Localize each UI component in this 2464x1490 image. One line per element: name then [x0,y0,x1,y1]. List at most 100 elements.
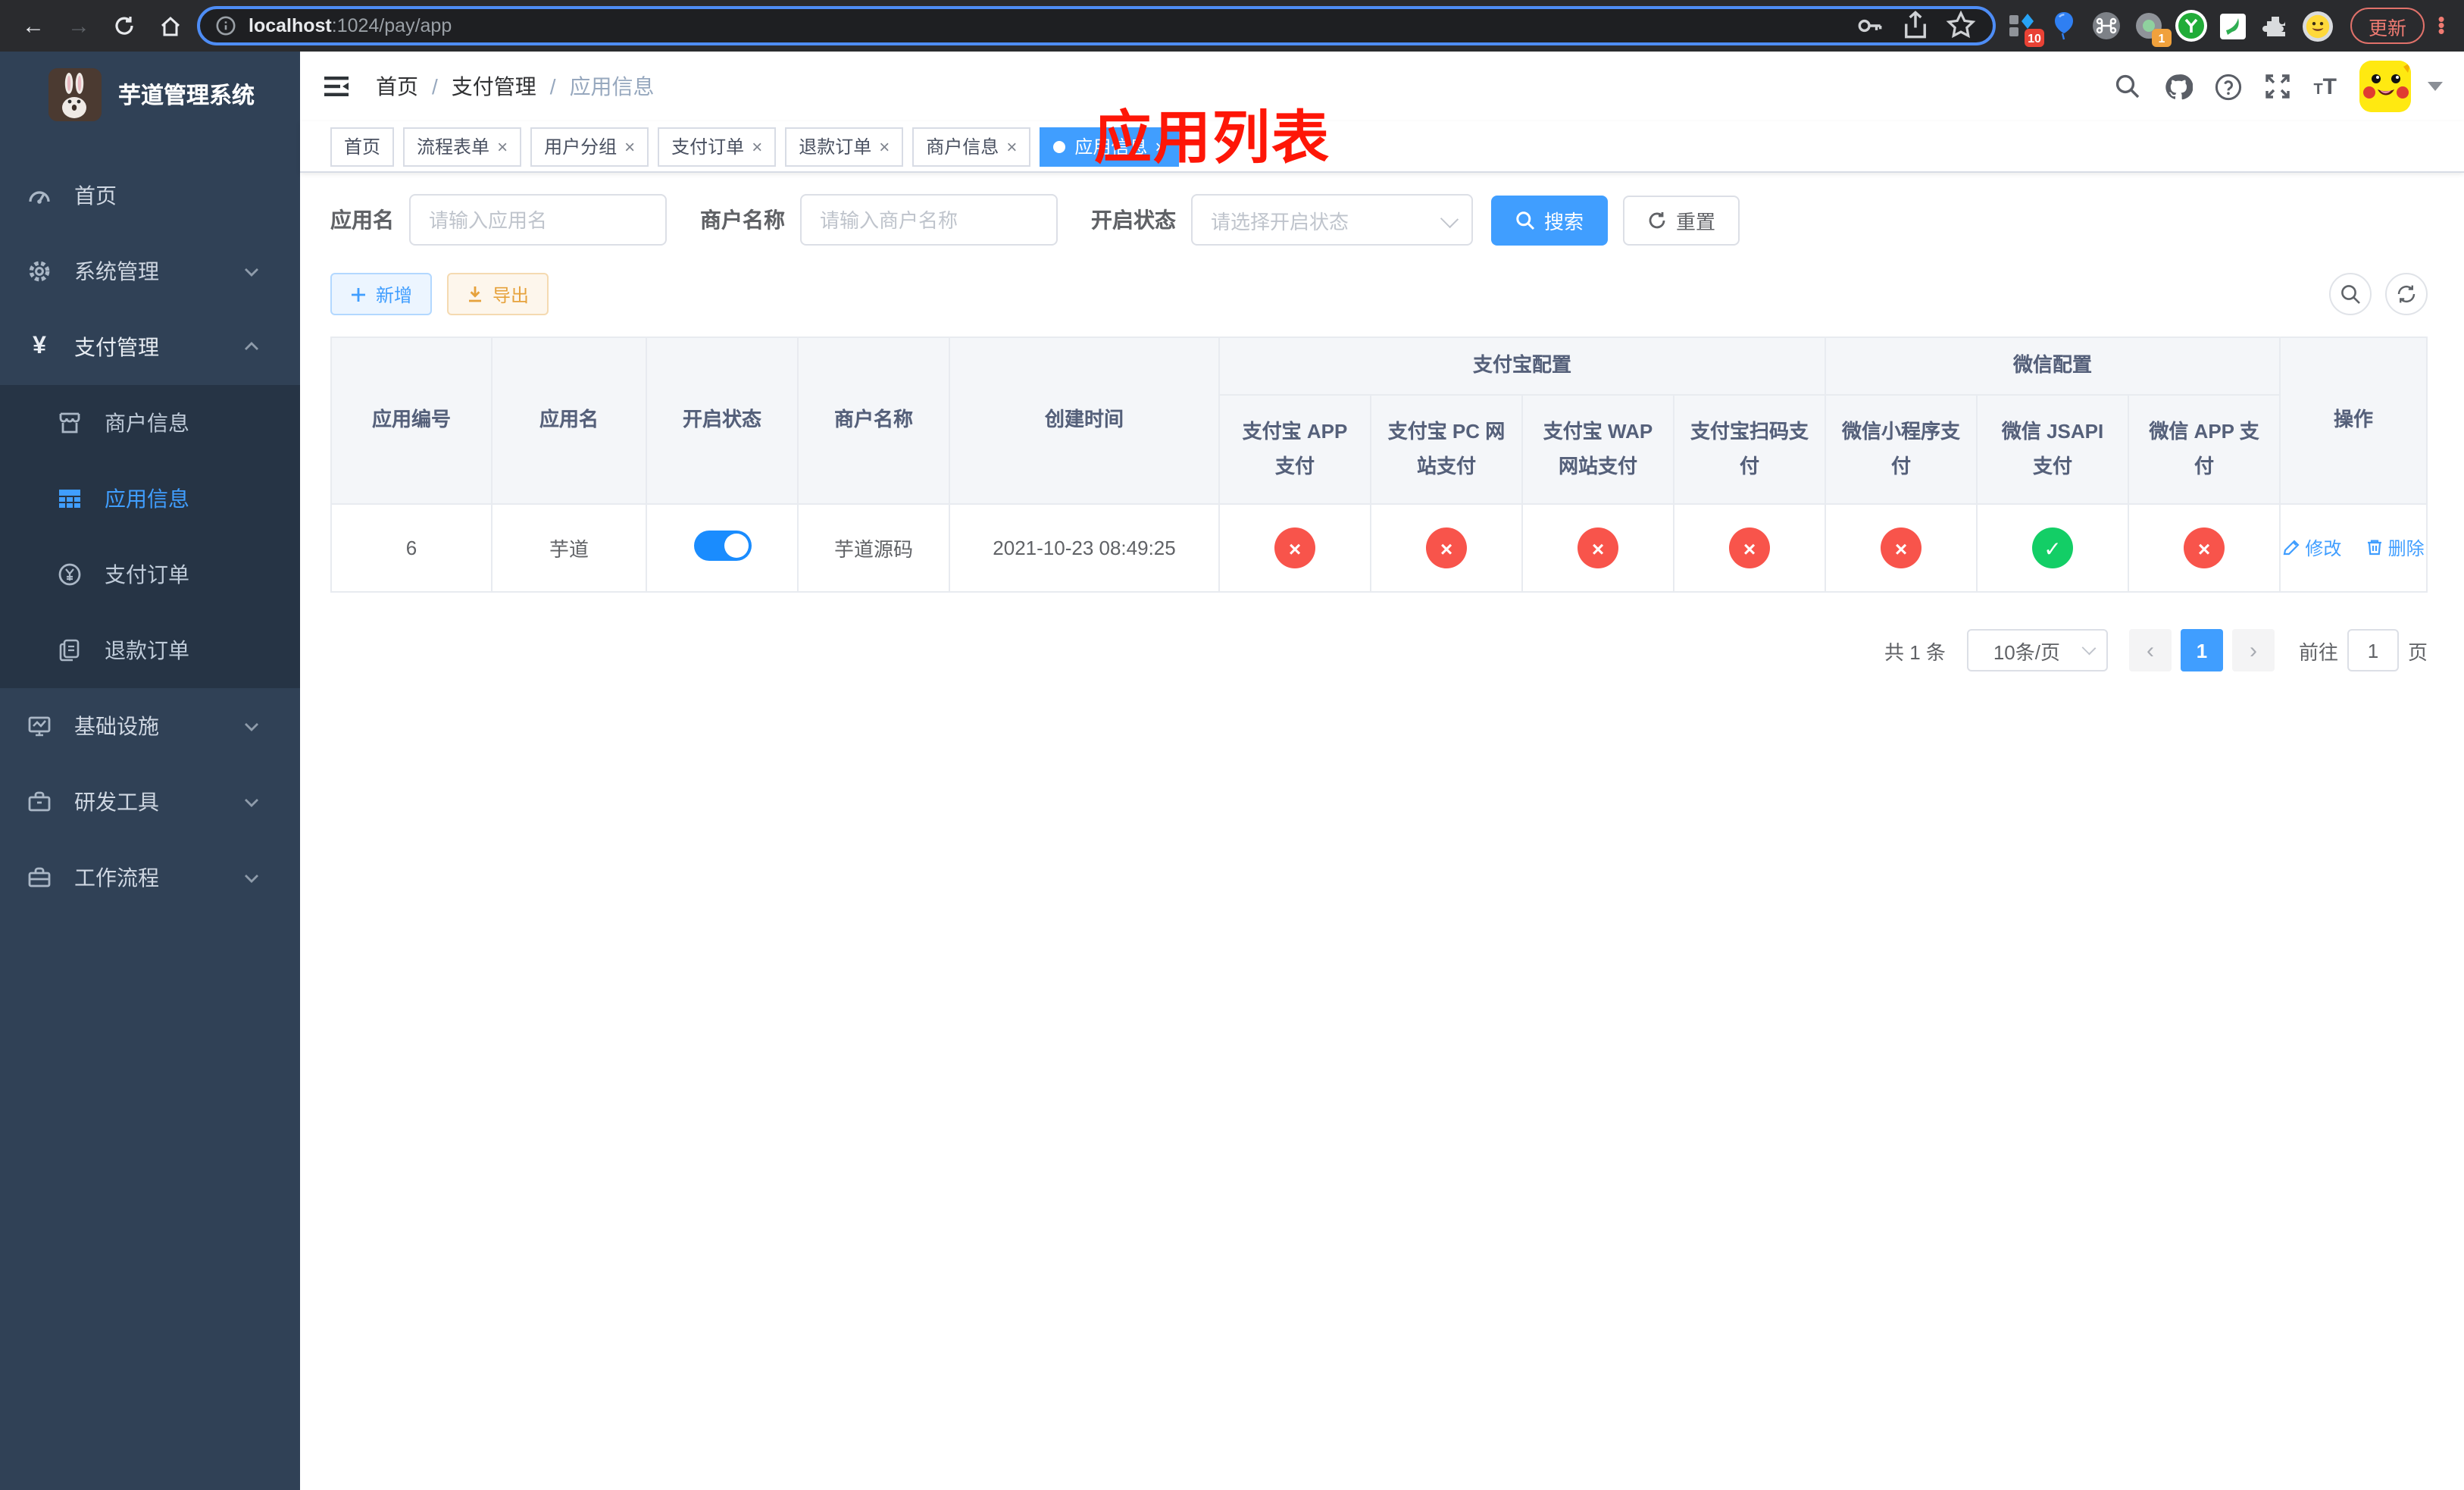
chevron-down-icon [242,262,261,280]
help-icon[interactable] [2213,73,2241,101]
payment-submenu: 商户信息 应用信息 支付订单 退款订单 [0,385,300,688]
sidebar-item-refund-order[interactable]: 退款订单 [0,612,300,688]
reset-button[interactable]: 重置 [1623,195,1740,245]
col-wx-mini: 微信小程序支付 [1825,394,1978,505]
status-select[interactable]: 请选择开启状态 [1191,194,1473,246]
sidebar-item-label: 支付管理 [74,335,159,359]
status-label: 开启状态 [1091,208,1176,232]
add-button[interactable]: 新增 [330,273,433,315]
gear-icon [27,259,52,283]
cell-status [646,503,799,593]
sidebar-item-label: 商户信息 [105,411,189,435]
chevron-down-icon [2081,640,2097,656]
password-key-icon[interactable] [1853,9,1887,42]
prev-page-button[interactable]: ‹ [2128,629,2172,671]
share-icon[interactable] [1899,9,1932,42]
close-icon[interactable]: × [497,137,508,155]
page-suffix: 页 [2407,640,2428,663]
fullscreen-icon[interactable] [2263,73,2290,100]
pagination: 共 1 条 10条/页 ‹ 1 › 前往 页 [330,629,2428,671]
chevron-up-icon [242,338,261,356]
sidebar-item-app-info[interactable]: 应用信息 [0,461,300,537]
url-bar[interactable]: localhost:1024/pay/app [197,6,1996,45]
sidebar-item-label: 应用信息 [105,487,189,511]
toggle-search-button[interactable] [2329,273,2372,315]
goto-page-input[interactable] [2347,629,2399,671]
merchant-name-input[interactable] [800,194,1058,246]
breadcrumb-home[interactable]: 首页 [376,71,418,102]
sidebar-item-home[interactable]: 首页 [0,158,300,233]
refresh-table-button[interactable] [2385,273,2428,315]
update-button[interactable]: 更新 [2350,8,2425,44]
app-title: 芋道管理系统 [118,83,255,109]
close-icon[interactable]: × [1006,137,1017,155]
page-number-1[interactable]: 1 [2180,629,2223,671]
breadcrumb-payment[interactable]: 支付管理 [452,71,536,102]
sidebar-item-devtools[interactable]: 研发工具 [0,764,300,840]
bookmark-star-icon[interactable] [1944,9,1978,42]
tag-pay-order[interactable]: 支付订单 × [658,127,777,166]
tag-home[interactable]: 首页 [330,127,395,166]
next-page-button[interactable]: › [2231,629,2275,671]
cell-wx-jsapi: ✓ [1976,503,2130,593]
back-icon[interactable]: ← [15,8,52,44]
status-toggle[interactable] [693,531,751,561]
sidebar-fold-icon[interactable] [321,71,352,102]
sidebar-item-payment[interactable]: ¥ 支付管理 [0,309,300,385]
sidebar-item-system[interactable]: 系统管理 [0,233,300,309]
extension-recorder-icon[interactable]: 1 [2132,9,2172,47]
site-info-icon[interactable] [215,15,236,36]
col-status: 开启状态 [646,337,799,505]
github-icon[interactable] [2163,73,2193,100]
close-icon[interactable]: × [752,137,762,155]
font-size-icon[interactable]: TT [2313,74,2337,99]
header-search-icon[interactable] [2113,73,2140,100]
reload-icon[interactable] [106,8,142,44]
extension-balloon-icon[interactable] [2047,9,2081,42]
extension-puzzle-icon[interactable] [2259,9,2293,42]
extension-yudao-icon[interactable] [2175,9,2208,42]
search-button[interactable]: 搜索 [1491,195,1609,245]
sidebar-item-pay-order[interactable]: 支付订单 [0,537,300,612]
sidebar-item-label: 支付订单 [105,562,189,587]
cell-wx-mini: × [1825,503,1978,593]
close-icon[interactable]: × [1155,137,1165,155]
user-avatar[interactable] [2359,61,2411,112]
col-operations: 操作 [2279,337,2428,505]
browser-menu-icon[interactable]: • • • [2434,9,2449,41]
cell-alipay-pc: × [1370,503,1523,593]
sidebar-logo[interactable]: 芋道管理系统 [0,52,300,136]
cell-alipay-app: × [1218,503,1371,593]
edit-link[interactable]: 修改 [2282,535,2341,561]
browser-toolbar: ← → localhost:1024/pay/app 10 1 更新 • • • [0,0,2464,52]
monitor-icon [27,714,52,738]
edit-pencil-icon [2284,540,2300,556]
close-icon[interactable]: × [879,137,890,155]
extension-tasks-icon[interactable]: 10 [2005,9,2044,47]
status-cross-icon: × [1729,527,1770,568]
tag-process-form[interactable]: 流程表单 × [403,127,522,166]
tag-user-group[interactable]: 用户分组 × [530,127,649,166]
forward-icon[interactable]: → [61,8,97,44]
sidebar-item-workflow[interactable]: 工作流程 [0,840,300,916]
app-name-input[interactable] [409,194,667,246]
sidebar-item-merchant-info[interactable]: 商户信息 [0,385,300,461]
page-size-select[interactable]: 10条/页 [1966,629,2108,671]
table-toolbar: 新增 导出 [330,273,2428,315]
close-icon[interactable]: × [624,137,635,155]
tag-refund-order[interactable]: 退款订单 × [785,127,904,166]
avatar-caret-icon[interactable] [2428,82,2443,91]
tag-app-info[interactable]: 应用信息 × [1040,127,1180,166]
tag-merchant-info[interactable]: 商户信息 × [912,127,1031,166]
col-alipay-wap: 支付宝 WAP 网站支付 [1521,394,1674,505]
col-wx-jsapi: 微信 JSAPI 支付 [1976,394,2130,505]
home-icon[interactable] [152,8,188,44]
delete-link[interactable]: 删除 [2366,535,2425,561]
extension-emoji-icon[interactable] [2302,9,2335,42]
export-button[interactable]: 导出 [447,273,549,315]
cell-operations: 修改 删除 [2279,503,2428,593]
extension-chat-icon[interactable] [2217,9,2250,42]
merchant-name-label: 商户名称 [700,208,785,232]
extension-command-icon[interactable] [2090,9,2123,42]
sidebar-item-infra[interactable]: 基础设施 [0,688,300,764]
